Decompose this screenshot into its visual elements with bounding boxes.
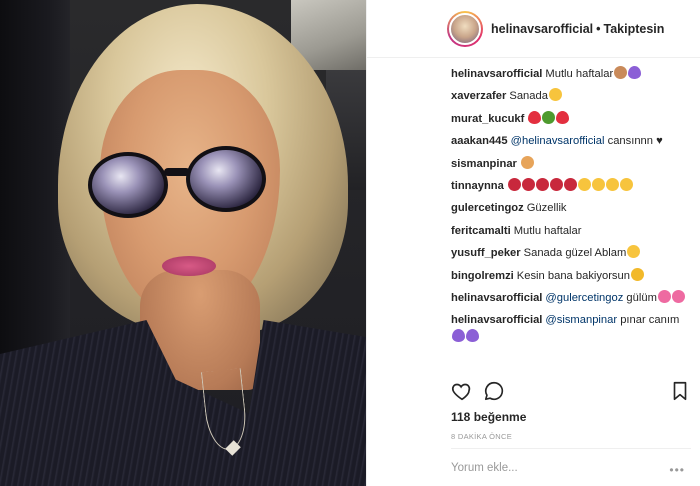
comment-username[interactable]: helinavsarofficial xyxy=(451,314,542,326)
comment-box: ••• xyxy=(451,448,691,486)
comment-bubble-icon[interactable] xyxy=(483,380,505,402)
old-person-emoji xyxy=(614,66,628,79)
comment-item: bingolremzi Kesin bana bakiyorsun xyxy=(451,267,691,284)
comment-username[interactable]: sismanpinar xyxy=(451,158,517,170)
comment-text: Kesin bana bakiyorsun xyxy=(516,269,630,282)
comment-item: feritcamalti Mutlu haftalar xyxy=(451,223,691,239)
more-options-icon[interactable]: ••• xyxy=(669,463,685,477)
purple-heart-emoji xyxy=(452,328,465,342)
smiling-face-emoji xyxy=(548,88,562,102)
comment-list: helinavsarofficial Mutlu haftalar xaverzaf… xyxy=(451,66,691,351)
smiling-face-emoji xyxy=(619,178,633,192)
avatar[interactable] xyxy=(447,11,483,47)
peach-emoji xyxy=(520,155,534,169)
action-bar xyxy=(451,380,691,404)
comment-item: yusuff_peker Sanada güzel Ablam xyxy=(451,245,691,261)
header-text: helinavsarofficial • Takiptesin xyxy=(491,22,664,36)
heart-icon[interactable] xyxy=(451,380,473,402)
rose-emoji xyxy=(563,178,577,192)
comment-username[interactable]: gulercetingoz xyxy=(451,202,524,214)
comment-item: gulercetingoz Güzellik xyxy=(451,200,691,216)
comment-mention[interactable]: @gulercetingoz xyxy=(545,292,623,304)
tree-emoji xyxy=(542,110,556,124)
comment-item: sismanpinar xyxy=(451,155,691,172)
smiling-face-emoji xyxy=(605,178,619,192)
comment-username[interactable]: helinavsarofficial xyxy=(451,292,542,304)
comment-text: Güzellik xyxy=(526,202,567,215)
rose-emoji xyxy=(521,178,535,192)
comment-text: Mutlu haftalar xyxy=(513,224,582,237)
lips xyxy=(162,256,216,276)
comment-text: Mutlu haftalar xyxy=(545,68,614,80)
comment-text: Sanada güzel Ablam xyxy=(523,247,627,260)
comment-item: tinnaynna xyxy=(451,178,691,194)
comment-item: xaverzafer Sanada xyxy=(451,88,691,104)
header-separator: • xyxy=(596,22,601,36)
purple-heart-emoji xyxy=(466,328,479,342)
smiling-face-emoji xyxy=(591,178,605,192)
comment-text: pınar canım xyxy=(620,314,680,327)
comment-item: aaakan445 @helinavsarofficial cansınnn ♥ xyxy=(451,133,691,149)
comment-username[interactable]: feritcamalti xyxy=(451,225,511,237)
comment-item: helinavsarofficial @sismanpinar pınar can… xyxy=(451,312,691,345)
avatar-image xyxy=(449,13,481,45)
comment-item: murat_kucukf xyxy=(451,110,691,127)
sunglasses-bridge xyxy=(164,168,190,176)
rose-emoji xyxy=(549,178,563,192)
comment-username[interactable]: tinnaynna xyxy=(451,180,504,192)
hibiscus-emoji xyxy=(671,290,685,304)
post-photo[interactable] xyxy=(0,0,366,486)
sunglasses-right-lens xyxy=(186,146,266,212)
red-heart-emoji xyxy=(528,110,542,124)
comment-text: cansınnn ♥ xyxy=(607,135,663,148)
comment-username[interactable]: murat_kucukf xyxy=(451,113,524,125)
comment-username[interactable]: xaverzafer xyxy=(451,90,506,102)
like-count[interactable]: 118 beğenme xyxy=(451,410,526,424)
sunglasses-left-lens xyxy=(88,152,168,218)
comment-item: helinavsarofficial Mutlu haftalar xyxy=(451,66,691,82)
comment-username[interactable]: bingolremzi xyxy=(451,270,514,282)
comment-item: helinavsarofficial @gulercetingoz gülüm xyxy=(451,290,691,306)
grinning-face-emoji xyxy=(630,267,644,281)
smiling-face-emoji xyxy=(627,245,641,259)
smiling-face-emoji xyxy=(577,178,591,192)
comment-username[interactable]: yusuff_peker xyxy=(451,247,521,259)
follow-status[interactable]: Takiptesin xyxy=(604,22,665,36)
post-panel: helinavsarofficial • Takiptesin helinavsar… xyxy=(366,0,700,486)
post-header: helinavsarofficial • Takiptesin xyxy=(367,0,700,58)
red-heart-emoji xyxy=(556,110,570,124)
rose-emoji xyxy=(535,178,549,192)
hibiscus-emoji xyxy=(657,290,671,304)
rose-emoji xyxy=(507,178,521,192)
post-timestamp: 8 DAKİKA ÖNCE xyxy=(451,432,513,441)
comment-input[interactable] xyxy=(451,459,651,477)
comment-mention[interactable]: @helinavsarofficial xyxy=(511,135,605,147)
comment-text: gülüm xyxy=(626,292,657,305)
comment-text: Sanada xyxy=(509,90,548,103)
purple-heart-emoji xyxy=(628,66,642,79)
comment-username[interactable]: aaakan445 xyxy=(451,135,508,147)
author-username[interactable]: helinavsarofficial xyxy=(491,22,593,36)
comment-mention[interactable]: @sismanpinar xyxy=(545,314,617,326)
bookmark-icon[interactable] xyxy=(669,380,691,402)
comment-username[interactable]: helinavsarofficial xyxy=(451,68,542,80)
